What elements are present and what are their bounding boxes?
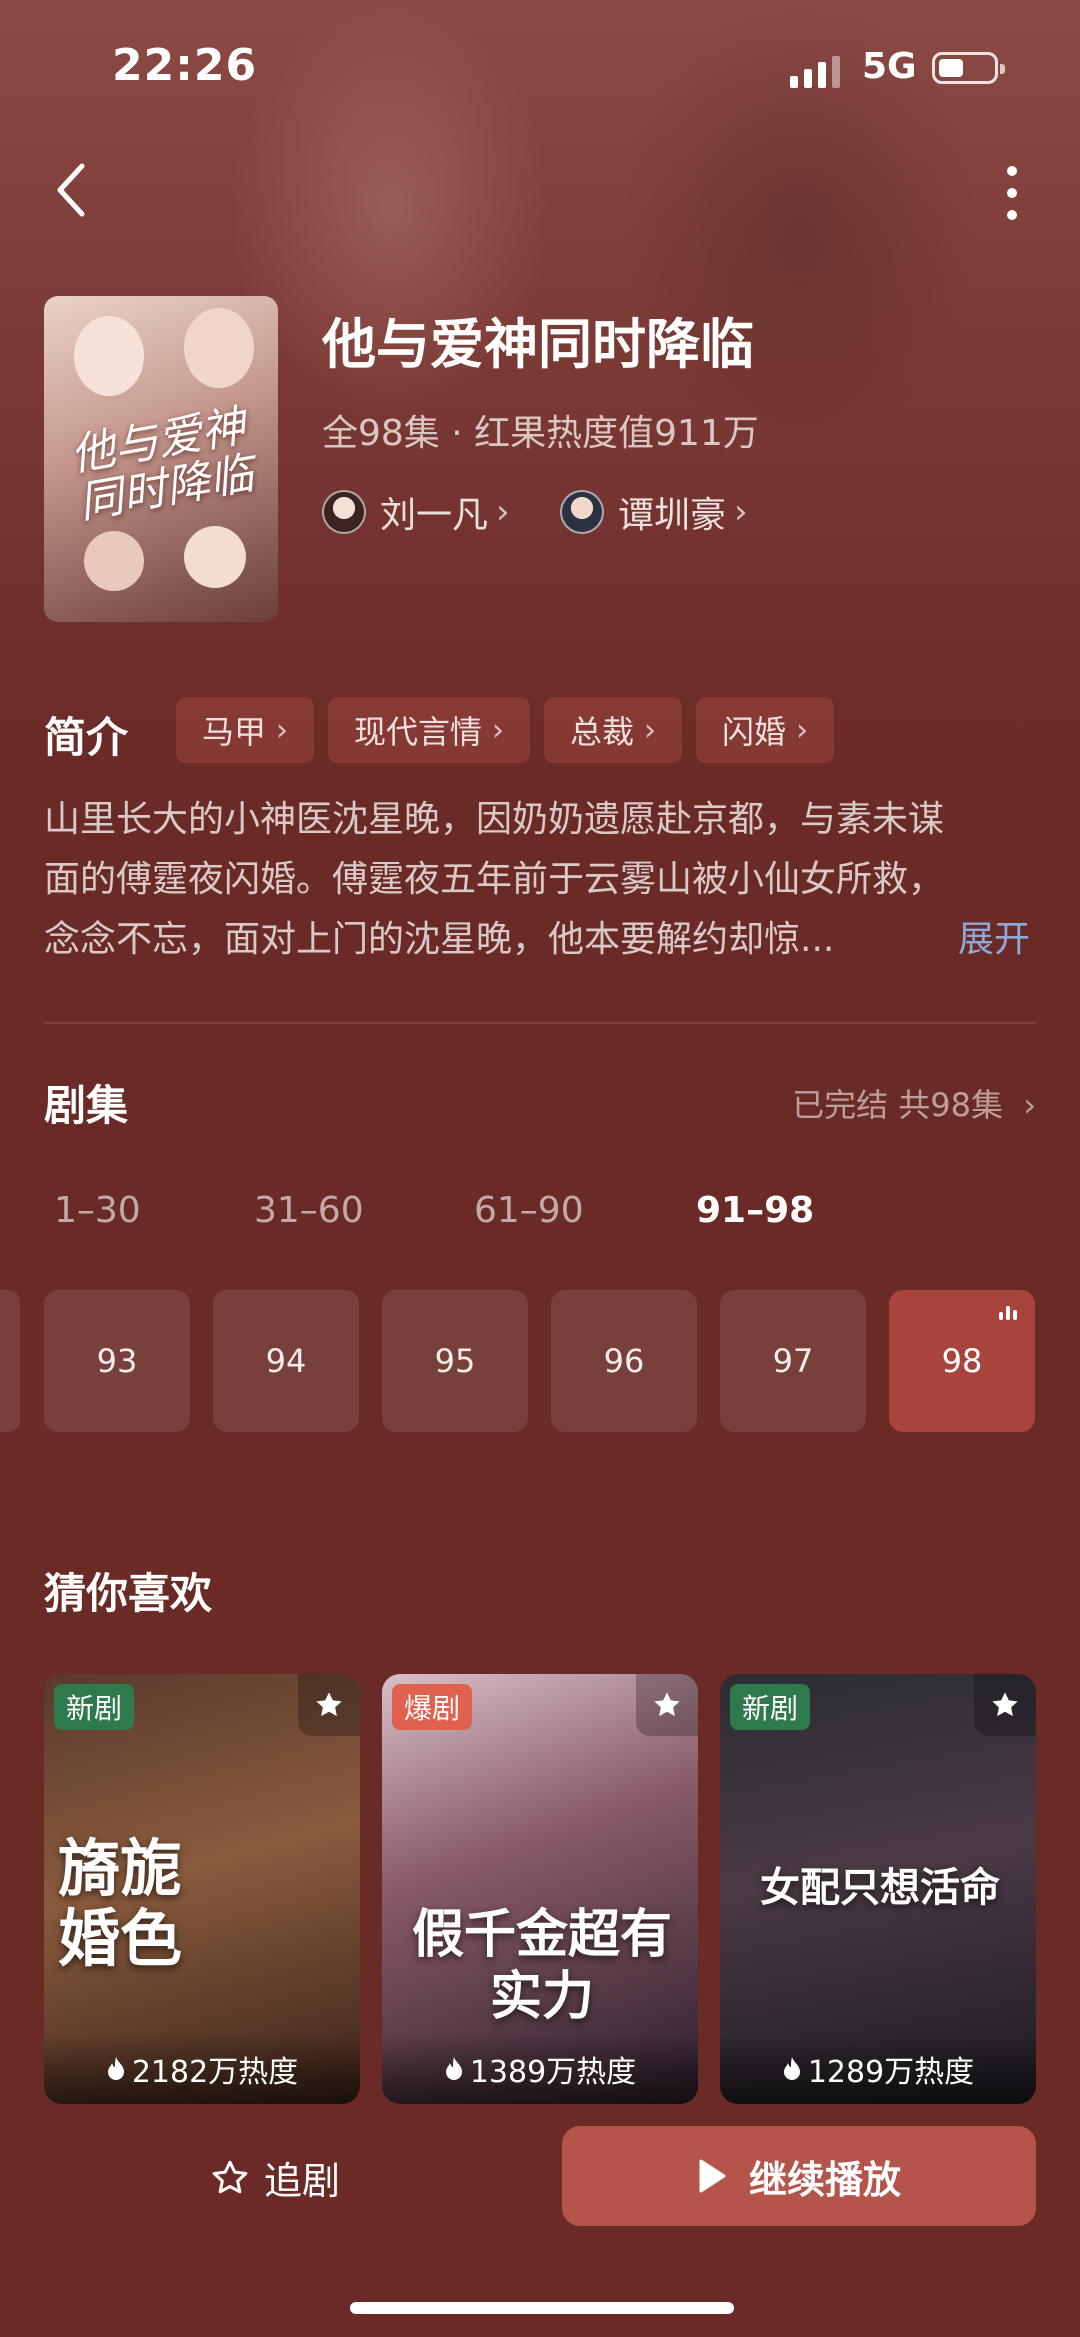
chevron-right-icon: › [644, 712, 657, 748]
poster-title: 他与爱神同时降临 [66, 400, 258, 529]
chevron-right-icon: › [492, 712, 505, 748]
range-tab[interactable]: 1–30 [54, 1190, 141, 1231]
tag-chip[interactable]: 现代言情 › [328, 697, 531, 763]
avatar [322, 490, 366, 534]
actor-link[interactable]: 谭圳豪 › [560, 486, 748, 538]
episode-tile[interactable]: 94 [213, 1290, 359, 1432]
drama-poster[interactable]: 他与爱神同时降临 [44, 296, 278, 622]
episodes-heading: 剧集 [44, 1081, 129, 1130]
expand-link[interactable]: 展开 [958, 910, 1030, 962]
chevron-left-icon [57, 163, 85, 217]
card-heat: 2182万热度 [44, 2034, 360, 2104]
card-title: 女配只想活命 [760, 1864, 1000, 1911]
episode-tile[interactable]: 96 [551, 1290, 697, 1432]
avatar [560, 490, 604, 534]
signal-icon [790, 52, 840, 88]
network-label: 5G [862, 46, 917, 87]
continue-play-button[interactable]: 继续播放 [562, 2126, 1036, 2226]
card-heat: 1389万热度 [382, 2034, 698, 2104]
battery-icon [932, 52, 1005, 84]
range-tab[interactable]: 61–90 [474, 1190, 584, 1231]
tag-chip[interactable]: 马甲 › [176, 697, 315, 763]
flame-icon [783, 2057, 800, 2080]
badge-hot: 爆剧 [392, 1684, 473, 1730]
chevron-right-icon: › [1023, 1086, 1036, 1124]
more-vertical-icon [1007, 166, 1017, 220]
poster-figure [84, 531, 144, 591]
intro-heading: 简介 [44, 713, 129, 762]
episodes-status-link[interactable]: 已完结 共98集 › [792, 1080, 1036, 1126]
drama-title: 他与爱神同时降临 [322, 313, 754, 376]
follow-button[interactable]: 追剧 [210, 2150, 340, 2205]
divider [44, 1022, 1036, 1024]
tag-chip[interactable]: 闪婚 › [696, 697, 835, 763]
poster-figure [184, 526, 246, 588]
episode-tile[interactable]: 97 [720, 1290, 866, 1432]
star-icon [316, 1692, 342, 1717]
range-tab[interactable]: 31–60 [254, 1190, 364, 1231]
episode-tile-partial[interactable] [0, 1290, 20, 1432]
star-icon [992, 1692, 1018, 1717]
episode-tile-current[interactable]: 98 [889, 1290, 1035, 1432]
card-title: 旖旎婚色 [58, 1832, 183, 1975]
status-time: 22:26 [112, 40, 258, 91]
star-outline-icon [212, 2160, 248, 2193]
home-indicator [350, 2302, 734, 2314]
recommend-heading: 猜你喜欢 [44, 1569, 213, 1618]
badge-new: 新剧 [730, 1684, 811, 1730]
poster-figure [184, 308, 254, 388]
actor-name: 刘一凡 [380, 495, 489, 536]
episode-tile[interactable]: 95 [382, 1290, 528, 1432]
actor-link[interactable]: 刘一凡 › [322, 486, 510, 538]
episode-number: 98 [941, 1342, 983, 1380]
card-title: 假千金超有实力 [412, 1904, 673, 2027]
recommend-card[interactable]: 新剧 女配只想活命 1289万热度 [720, 1674, 1036, 2104]
favorite-button[interactable] [298, 1674, 360, 1736]
badge-new: 新剧 [54, 1684, 135, 1730]
more-button[interactable] [990, 155, 1035, 235]
chevron-right-icon: › [276, 712, 289, 748]
favorite-button[interactable] [974, 1674, 1036, 1736]
actor-name: 谭圳豪 [618, 495, 727, 536]
tag-list: 马甲 › 现代言情 › 总裁 › 闪婚 › [176, 697, 835, 763]
poster-figure [74, 316, 144, 396]
drama-meta: 全98集 · 红果热度值911万 [322, 413, 759, 454]
card-heat: 1289万热度 [720, 2034, 1036, 2104]
flame-icon [107, 2057, 124, 2080]
favorite-button[interactable] [636, 1674, 698, 1736]
tag-chip[interactable]: 总裁 › [544, 697, 683, 763]
chevron-right-icon: › [496, 492, 510, 532]
intro-description: 山里长大的小神医沈星晚，因奶奶遗愿赴京都，与素未谋面的傅霆夜闪婚。傅霆夜五年前于… [44, 799, 945, 960]
flame-icon [445, 2057, 462, 2080]
back-button[interactable] [40, 150, 110, 230]
playing-icon [999, 1306, 1017, 1320]
star-icon [654, 1692, 680, 1717]
range-tab-active[interactable]: 91–98 [696, 1190, 814, 1231]
recommend-card[interactable]: 爆剧 假千金超有实力 1389万热度 [382, 1674, 698, 2104]
play-icon [699, 2159, 726, 2193]
episode-tile[interactable]: 93 [44, 1290, 190, 1432]
chevron-right-icon: › [734, 492, 748, 532]
recommend-card[interactable]: 新剧 旖旎婚色 2182万热度 [44, 1674, 360, 2104]
chevron-right-icon: › [796, 712, 809, 748]
